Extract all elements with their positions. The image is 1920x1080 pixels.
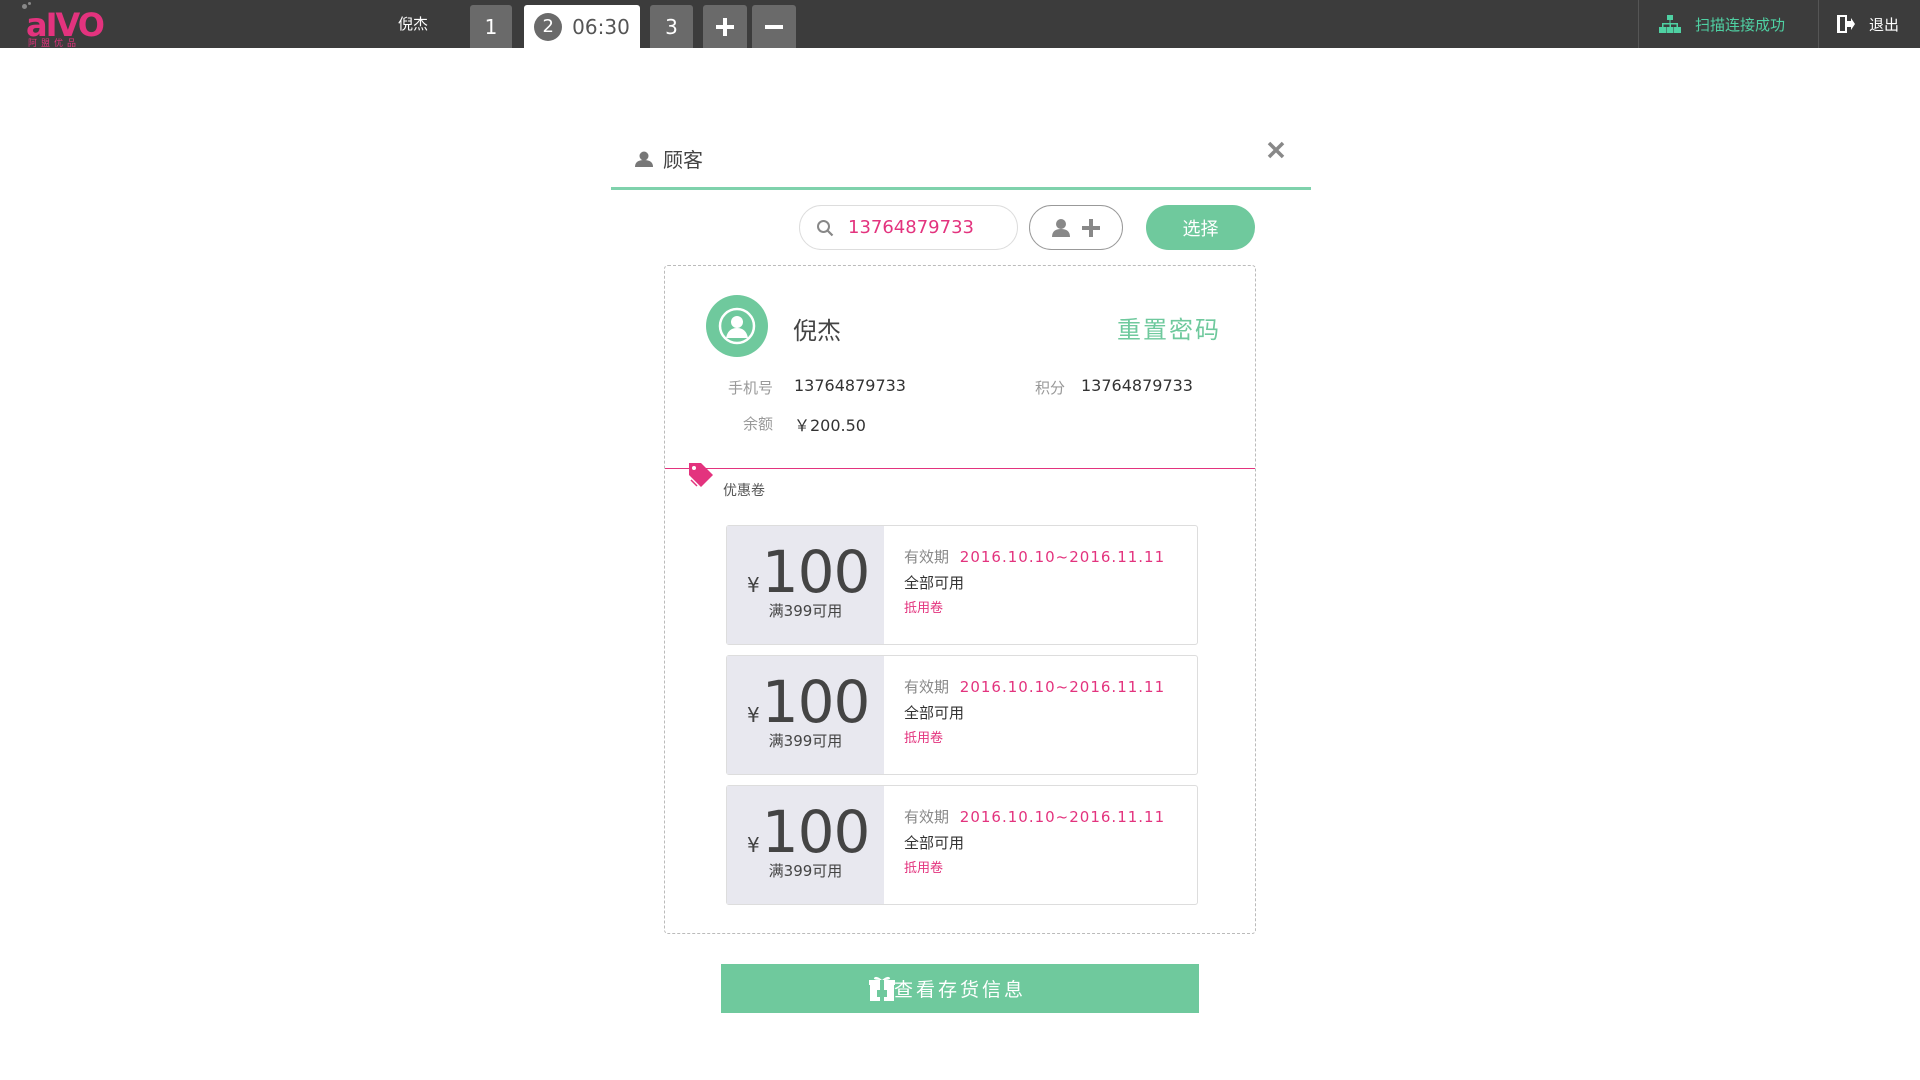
coupon-type: 抵用卷 [904, 601, 944, 616]
tab-label: 1 [484, 14, 498, 39]
validity-label: 有效期 [904, 808, 950, 826]
minus-icon [765, 24, 783, 29]
coupons-title: 优惠卷 [723, 483, 765, 499]
points-label: 积分 [1034, 379, 1065, 397]
search-icon [817, 219, 834, 236]
phone-value: 13764879733 [794, 376, 906, 395]
coupon-card[interactable]: ¥ 100 满399可用 有效期 2016.10.10~2016.11.11 全… [726, 655, 1198, 775]
gift-box-icon [869, 976, 895, 1001]
coupon-amount-value: 100 [761, 798, 871, 866]
currency-symbol: ¥ [747, 573, 760, 597]
coupon-condition: 满399可用 [768, 602, 843, 620]
member-card: 倪杰 重置密码 手机号 13764879733 积分 13764879733 余… [664, 265, 1256, 934]
coupon-validity: 有效期 2016.10.10~2016.11.11 [904, 546, 1165, 567]
tab-number-badge: 2 [534, 12, 563, 41]
coupon-validity: 有效期 2016.10.10~2016.11.11 [904, 676, 1165, 697]
scan-status[interactable]: 扫描连接成功 [1638, 0, 1818, 48]
validity-value: 2016.10.10~2016.11.11 [959, 548, 1166, 566]
view-stock-label: 查看存货信息 [893, 979, 1026, 1001]
dialog-title-text: 顾客 [663, 148, 703, 172]
logo-subtitle: 阿盟优品 [28, 39, 81, 49]
tab-label: 3 [665, 14, 678, 39]
sign-out-icon [1837, 15, 1855, 33]
coupon-amount: ¥ 100 [747, 798, 871, 866]
balance-label: 余额 [742, 415, 773, 433]
coupon-card[interactable]: ¥ 100 满399可用 有效期 2016.10.10~2016.11.11 全… [726, 785, 1198, 905]
validity-value: 2016.10.10~2016.11.11 [959, 678, 1166, 696]
reset-password-link[interactable]: 重置密码 [1117, 310, 1221, 345]
close-dialog-button[interactable] [1263, 138, 1289, 164]
coupon-card[interactable]: ¥ 100 满399可用 有效期 2016.10.10~2016.11.11 全… [726, 525, 1198, 645]
coupon-amount-value: 100 [761, 538, 871, 606]
remove-tab-button[interactable] [752, 5, 796, 48]
user-avatar-icon [718, 307, 756, 345]
customer-search-input[interactable] [848, 217, 998, 238]
coupon-scope: 全部可用 [904, 574, 965, 592]
sitemap-icon [1659, 15, 1681, 33]
section-divider [665, 468, 1255, 469]
tab-2-active[interactable]: 2 06:30 [524, 5, 640, 48]
balance-value: ￥200.50 [794, 416, 866, 435]
validity-label: 有效期 [904, 548, 950, 566]
view-stock-button[interactable]: 查看存货信息 [721, 964, 1199, 1013]
logout-label: 退出 [1869, 15, 1900, 34]
coupon-amount: ¥ 100 [747, 538, 871, 606]
tab-timer: 06:30 [572, 14, 630, 39]
dialog-title: 顾客 [635, 144, 703, 173]
user-icon [635, 151, 653, 167]
validity-value: 2016.10.10~2016.11.11 [959, 808, 1166, 826]
add-customer-button[interactable] [1029, 205, 1123, 250]
top-bar: aIVO 阿盟优品 倪杰 1 2 06:30 3 扫描连接成功 退出 [0, 0, 1920, 49]
validity-label: 有效期 [904, 678, 950, 696]
customer-dialog-header: 顾客 [611, 136, 1311, 190]
add-user-icon [1052, 218, 1100, 237]
currency-symbol: ¥ [747, 703, 760, 727]
coupon-scope: 全部可用 [904, 704, 965, 722]
tab-3[interactable]: 3 [650, 5, 693, 48]
currency-symbol: ¥ [747, 833, 760, 857]
app-logo: aIVO 阿盟优品 [20, 2, 105, 49]
scan-status-text: 扫描连接成功 [1695, 15, 1786, 34]
coupon-condition: 满399可用 [768, 862, 843, 880]
coupon-condition: 满399可用 [768, 732, 843, 750]
coupon-validity: 有效期 2016.10.10~2016.11.11 [904, 806, 1165, 827]
phone-label: 手机号 [727, 379, 773, 397]
points-value: 13764879733 [1081, 376, 1193, 395]
coupon-type: 抵用卷 [904, 861, 944, 876]
plus-icon [716, 17, 734, 36]
coupon-type: 抵用卷 [904, 731, 944, 746]
coupon-value-panel: ¥ 100 满399可用 [727, 526, 884, 644]
select-button[interactable]: 选择 [1146, 205, 1255, 250]
coupon-value-panel: ¥ 100 满399可用 [727, 786, 884, 904]
add-tab-button[interactable] [703, 5, 747, 48]
current-user-name: 倪杰 [398, 15, 429, 33]
close-icon [1267, 141, 1285, 159]
customer-search-field[interactable] [799, 205, 1018, 250]
coupon-amount: ¥ 100 [747, 668, 871, 736]
member-name: 倪杰 [793, 317, 841, 345]
tab-1[interactable]: 1 [470, 5, 512, 48]
tag-icon [689, 463, 713, 487]
coupon-scope: 全部可用 [904, 834, 965, 852]
logout-button[interactable]: 退出 [1818, 0, 1920, 48]
coupon-amount-value: 100 [761, 668, 871, 736]
avatar [706, 295, 768, 357]
coupon-value-panel: ¥ 100 满399可用 [727, 656, 884, 774]
